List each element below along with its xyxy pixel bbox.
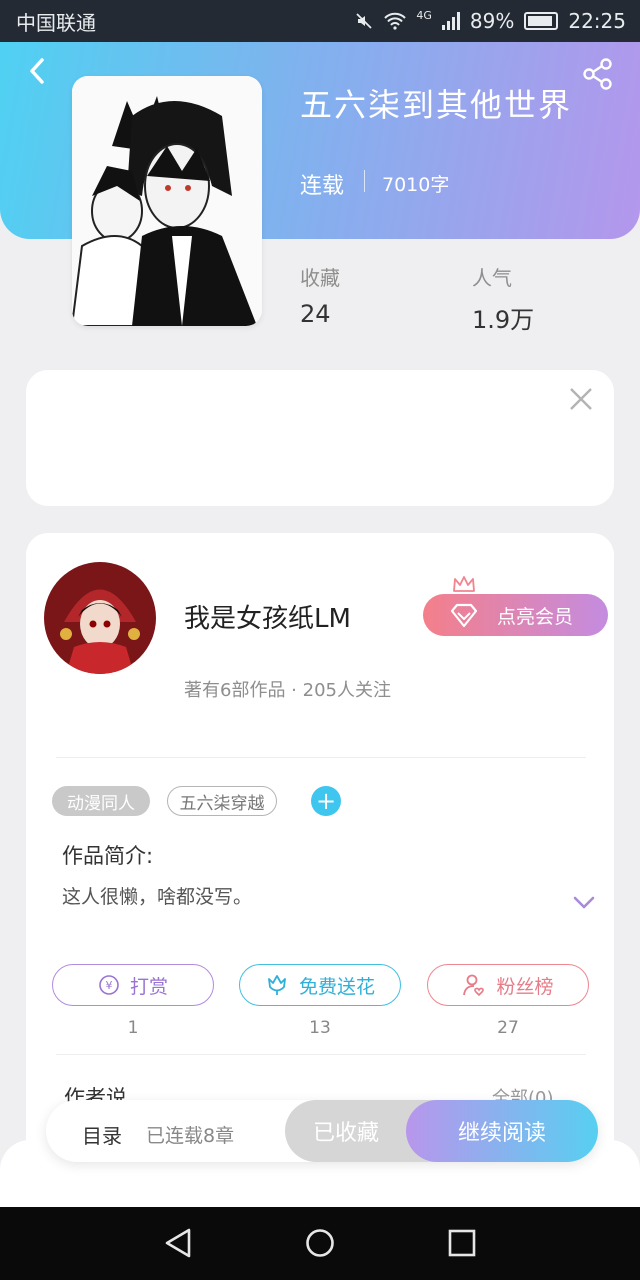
vip-button-label: 点亮会员: [497, 605, 574, 628]
battery-percent: 89%: [469, 9, 515, 33]
svg-text:¥: ¥: [105, 979, 112, 992]
flower-label: 免费送花: [298, 975, 375, 998]
tip-count: 1: [127, 1018, 139, 1038]
nav-back-icon[interactable]: [163, 1227, 193, 1259]
close-icon[interactable]: [568, 386, 594, 412]
diamond-icon: [450, 603, 478, 628]
tip-button[interactable]: ¥ 打赏: [52, 964, 214, 1006]
book-cover[interactable]: [72, 76, 262, 326]
yen-coin-icon: ¥: [99, 975, 119, 995]
continue-reading-button[interactable]: 继续阅读: [406, 1100, 598, 1162]
author-name[interactable]: 我是女孩纸LM: [184, 598, 351, 635]
ad-card[interactable]: [26, 370, 614, 506]
collected-label: 已收藏: [313, 1121, 380, 1146]
network-type: 4G: [416, 9, 432, 22]
send-flower-button[interactable]: 免费送花: [239, 964, 401, 1006]
crown-icon: [453, 576, 475, 592]
status-indicators: 4G 89% 22:25: [354, 9, 626, 33]
fans-count: 27: [497, 1018, 519, 1038]
wifi-icon: [384, 12, 407, 30]
avatar-image: [44, 562, 156, 674]
back-icon[interactable]: [22, 56, 52, 86]
cover-illustration: [72, 76, 262, 326]
status-bar: 中国联通 4G 89% 22:25: [0, 0, 640, 42]
tag-chip[interactable]: 五六柒穿越: [167, 786, 277, 816]
divider: [56, 757, 586, 758]
intro-title: 作品简介:: [62, 844, 154, 868]
mute-icon: [356, 13, 373, 29]
share-icon[interactable]: [580, 56, 616, 92]
popularity-label: 人气: [472, 266, 512, 290]
intro-text: 这人很懒，啥都没写。: [62, 886, 253, 908]
word-count: 7010字: [382, 174, 450, 196]
add-tag-button[interactable]: +: [311, 786, 341, 816]
serial-status: 连载: [300, 174, 345, 199]
nav-recent-apps-icon[interactable]: [448, 1229, 476, 1257]
fans-ranking-button[interactable]: 粉丝榜: [427, 964, 589, 1006]
continue-reading-label: 继续阅读: [457, 1121, 546, 1146]
divider: [56, 1054, 586, 1055]
favorites-label: 收藏: [300, 266, 340, 290]
battery-icon: [524, 12, 559, 30]
carrier-label: 中国联通: [16, 10, 96, 35]
clock: 22:25: [568, 9, 626, 33]
toc-button[interactable]: 目录: [82, 1120, 122, 1149]
signal-icon: [441, 12, 460, 30]
author-meta: 著有6部作品 · 205人关注: [184, 680, 391, 701]
tip-label: 打赏: [129, 975, 168, 998]
fans-label: 粉丝榜: [496, 975, 554, 998]
chapters-count[interactable]: 已连载8章: [146, 1121, 234, 1148]
nav-home-icon[interactable]: [305, 1228, 335, 1258]
flower-icon: [268, 975, 286, 995]
status-divider: [364, 170, 365, 192]
tag-chip[interactable]: 动漫同人: [52, 786, 150, 816]
chevron-down-icon[interactable]: [572, 895, 596, 911]
popularity-value: 1.9万: [472, 306, 535, 334]
avatar[interactable]: [44, 562, 156, 674]
user-heart-icon: [463, 974, 485, 997]
favorites-value: 24: [300, 300, 331, 328]
flower-count: 13: [309, 1018, 331, 1038]
book-title: 五六柒到其他世界: [300, 86, 573, 124]
